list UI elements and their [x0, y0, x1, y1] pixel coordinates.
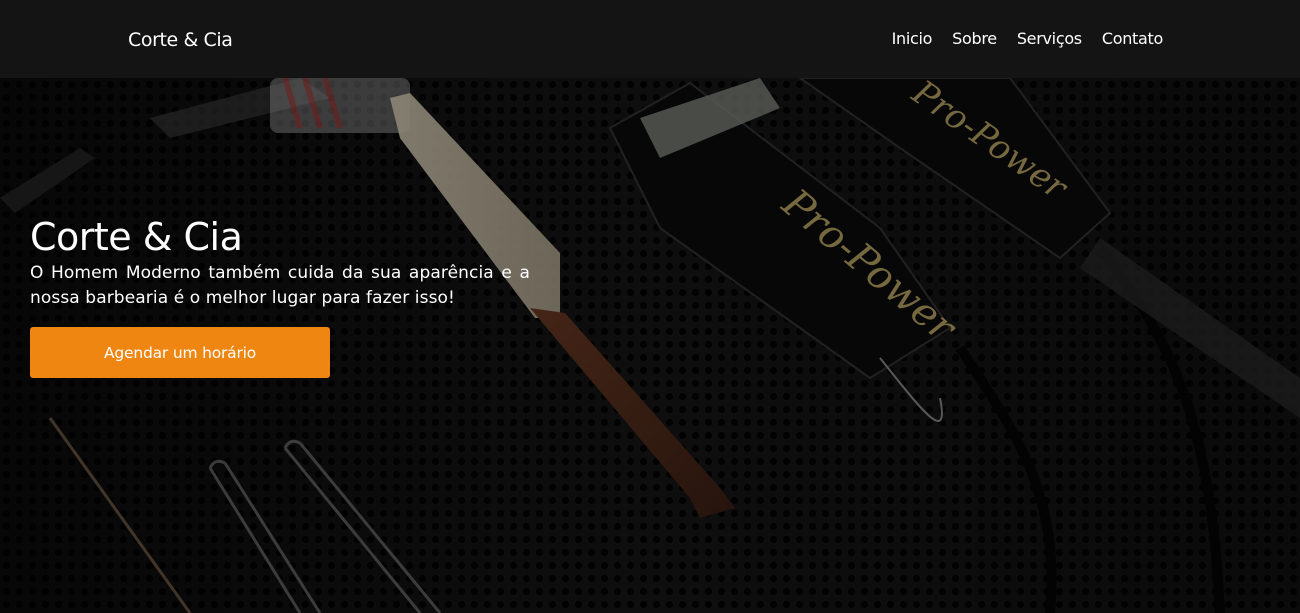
hero-description: O Homem Moderno também cuida da sua apar… — [30, 263, 530, 308]
site-header: Corte & Cia Inicio Sobre Serviços Contat… — [0, 0, 1300, 78]
main-nav: Inicio Sobre Serviços Contato — [892, 28, 1164, 50]
schedule-appointment-button[interactable]: Agendar um horário — [30, 327, 330, 378]
brand-logo[interactable]: Corte & Cia — [128, 28, 233, 52]
hero-title: Corte & Cia — [30, 215, 243, 259]
nav-link-inicio[interactable]: Inicio — [892, 28, 933, 50]
hero-content: Corte & Cia O Homem Moderno também cuida… — [30, 214, 530, 378]
nav-link-contato[interactable]: Contato — [1102, 28, 1163, 50]
hero-section: Pro-Power Pro-Power Corte & Cia O Homem … — [0, 78, 1300, 613]
nav-link-sobre[interactable]: Sobre — [952, 28, 997, 50]
nav-link-servicos[interactable]: Serviços — [1017, 28, 1082, 50]
